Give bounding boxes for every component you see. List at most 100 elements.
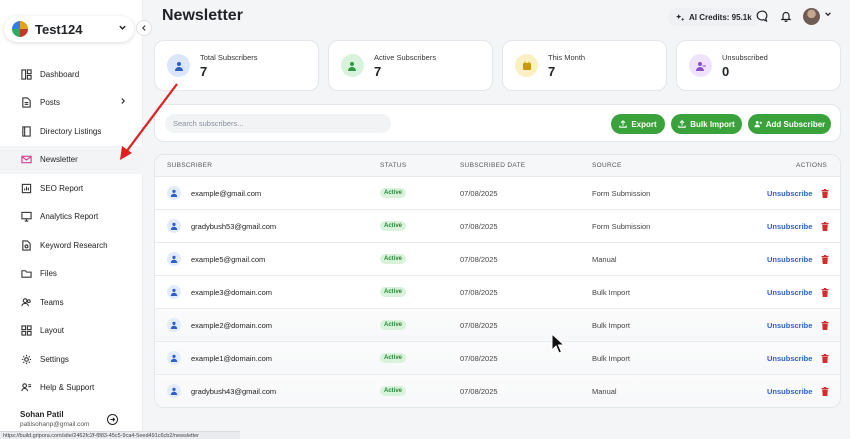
- chevron-down-icon: [118, 23, 134, 35]
- trash-icon[interactable]: [821, 287, 829, 297]
- chat-icon[interactable]: [755, 9, 769, 23]
- dashboard-icon: [21, 69, 32, 80]
- trash-icon[interactable]: [821, 221, 829, 231]
- avatar[interactable]: [803, 8, 820, 25]
- status-badge: Active: [380, 353, 407, 363]
- sidebar-item-settings[interactable]: Settings: [0, 345, 143, 374]
- sidebar-item-directory-listings[interactable]: Directory Listings: [0, 117, 143, 146]
- user-icon: [167, 219, 181, 233]
- search-doc-icon: [21, 240, 32, 251]
- workspace-switcher[interactable]: Test124: [4, 16, 134, 42]
- sidebar-item-teams[interactable]: Teams: [0, 288, 143, 317]
- folder-icon: [21, 268, 32, 279]
- chevron-left-icon: [141, 25, 146, 31]
- sidebar-item-label: Posts: [40, 98, 61, 108]
- users-icon: [21, 297, 32, 308]
- gear-icon: [21, 354, 32, 365]
- workspace-name: Test124: [35, 21, 83, 37]
- user-icon: [167, 318, 181, 332]
- table-row: gradybush43@gmail.com Active 07/08/2025 Man…: [155, 375, 840, 407]
- status-badge: Active: [380, 254, 407, 264]
- add-subscriber-label: Add Subscriber: [765, 119, 826, 129]
- user-icon: [167, 252, 181, 266]
- stat-card-unsubscribed: Unsubscribed 0: [676, 40, 841, 91]
- stat-value: 7: [200, 63, 208, 79]
- sidebar-item-label: Directory Listings: [40, 126, 102, 136]
- report-icon: [21, 183, 32, 194]
- trash-icon[interactable]: [821, 254, 829, 264]
- subscribers-table: SUBSCRIBER STATUS SUBSCRIBED DATE SOURCE…: [154, 154, 841, 408]
- subscriber-toolbar: Export Bulk Import Add Subscriber: [154, 104, 841, 142]
- sidebar-item-newsletter[interactable]: Newsletter: [0, 145, 143, 174]
- trash-icon[interactable]: [821, 188, 829, 198]
- subscriber-source: Manual: [592, 386, 617, 396]
- subscribed-date: 07/08/2025: [460, 188, 498, 198]
- subscribed-date: 07/08/2025: [460, 320, 498, 330]
- collapse-sidebar-button[interactable]: [136, 20, 152, 36]
- sidebar: Test124 Dashboard Posts Directory Listin…: [0, 0, 143, 439]
- ai-credits-badge[interactable]: AI Credits: 95.1k: [668, 8, 760, 26]
- sidebar-item-posts[interactable]: Posts: [0, 89, 143, 118]
- column-header-actions: ACTIONS: [796, 162, 827, 169]
- stat-label: Active Subscribers: [374, 52, 437, 62]
- subscribed-date: 07/08/2025: [460, 386, 498, 396]
- add-subscriber-button[interactable]: Add Subscriber: [748, 114, 831, 134]
- help-icon: [21, 382, 32, 393]
- trash-icon[interactable]: [821, 353, 829, 363]
- sidebar-item-keyword-research[interactable]: Keyword Research: [0, 231, 143, 260]
- unsubscribe-link[interactable]: Unsubscribe: [767, 321, 812, 330]
- subscriber-source: Bulk Import: [592, 353, 630, 363]
- table-body: example@gmail.com Active 07/08/2025 Form Su…: [155, 177, 840, 407]
- logout-icon[interactable]: [107, 414, 118, 425]
- workspace-logo: [12, 21, 28, 37]
- chevron-down-icon[interactable]: [824, 10, 832, 20]
- unsubscribe-link[interactable]: Unsubscribe: [767, 222, 812, 231]
- sidebar-item-label: Analytics Report: [40, 212, 99, 222]
- unsubscribe-link[interactable]: Unsubscribe: [767, 387, 812, 396]
- user-icon: [167, 285, 181, 299]
- sidebar-item-label: Newsletter: [40, 155, 78, 165]
- unsubscribe-link[interactable]: Unsubscribe: [767, 288, 812, 297]
- sidebar-item-dashboard[interactable]: Dashboard: [0, 60, 143, 89]
- table-row: gradybush53@gmail.com Active 07/08/2025 For…: [155, 210, 840, 243]
- sidebar-item-label: SEO Report: [40, 183, 84, 193]
- stat-card-this-month: This Month 7: [502, 40, 667, 91]
- sidebar-item-label: Settings: [40, 354, 69, 364]
- sidebar-item-files[interactable]: Files: [0, 260, 143, 289]
- stat-label: Unsubscribed: [722, 52, 768, 62]
- subscriber-source: Bulk Import: [592, 287, 630, 297]
- subscribed-date: 07/08/2025: [460, 254, 498, 264]
- mail-icon: [21, 154, 32, 165]
- browser-status-url: https://build.gripora.com/site/2462fc2f-…: [0, 431, 240, 439]
- unsubscribe-link[interactable]: Unsubscribe: [767, 354, 812, 363]
- sidebar-item-label: Files: [40, 269, 57, 279]
- status-badge: Active: [380, 221, 407, 231]
- bell-icon[interactable]: [779, 9, 793, 23]
- search-input[interactable]: [165, 114, 391, 133]
- status-badge: Active: [380, 386, 407, 396]
- sparkle-icon: [676, 13, 685, 21]
- unsubscribe-link[interactable]: Unsubscribe: [767, 189, 812, 198]
- trash-icon[interactable]: [821, 386, 829, 396]
- sidebar-item-layout[interactable]: Layout: [0, 317, 143, 346]
- table-header: SUBSCRIBER STATUS SUBSCRIBED DATE SOURCE…: [155, 155, 840, 177]
- book-icon: [21, 126, 32, 137]
- sidebar-item-seo-report[interactable]: SEO Report: [0, 174, 143, 203]
- calendar-icon: [515, 54, 538, 77]
- sidebar-item-help-support[interactable]: Help & Support: [0, 374, 143, 403]
- bulk-import-button[interactable]: Bulk Import: [671, 114, 742, 134]
- user-icon: [167, 351, 181, 365]
- sidebar-item-analytics-report[interactable]: Analytics Report: [0, 203, 143, 232]
- unsubscribe-link[interactable]: Unsubscribe: [767, 255, 812, 264]
- trash-icon[interactable]: [821, 320, 829, 330]
- user-icon: [167, 186, 181, 200]
- document-icon: [21, 97, 32, 108]
- subscribed-date: 07/08/2025: [460, 221, 498, 231]
- user-minus-icon: [689, 54, 712, 77]
- stat-label: Total Subscribers: [200, 52, 258, 62]
- page-title: Newsletter: [162, 7, 243, 24]
- subscriber-email: example3@domain.com: [191, 287, 272, 297]
- stat-label: This Month: [548, 52, 586, 62]
- export-button[interactable]: Export: [611, 114, 665, 134]
- subscriber-email: gradybush53@gmail.com: [191, 221, 277, 231]
